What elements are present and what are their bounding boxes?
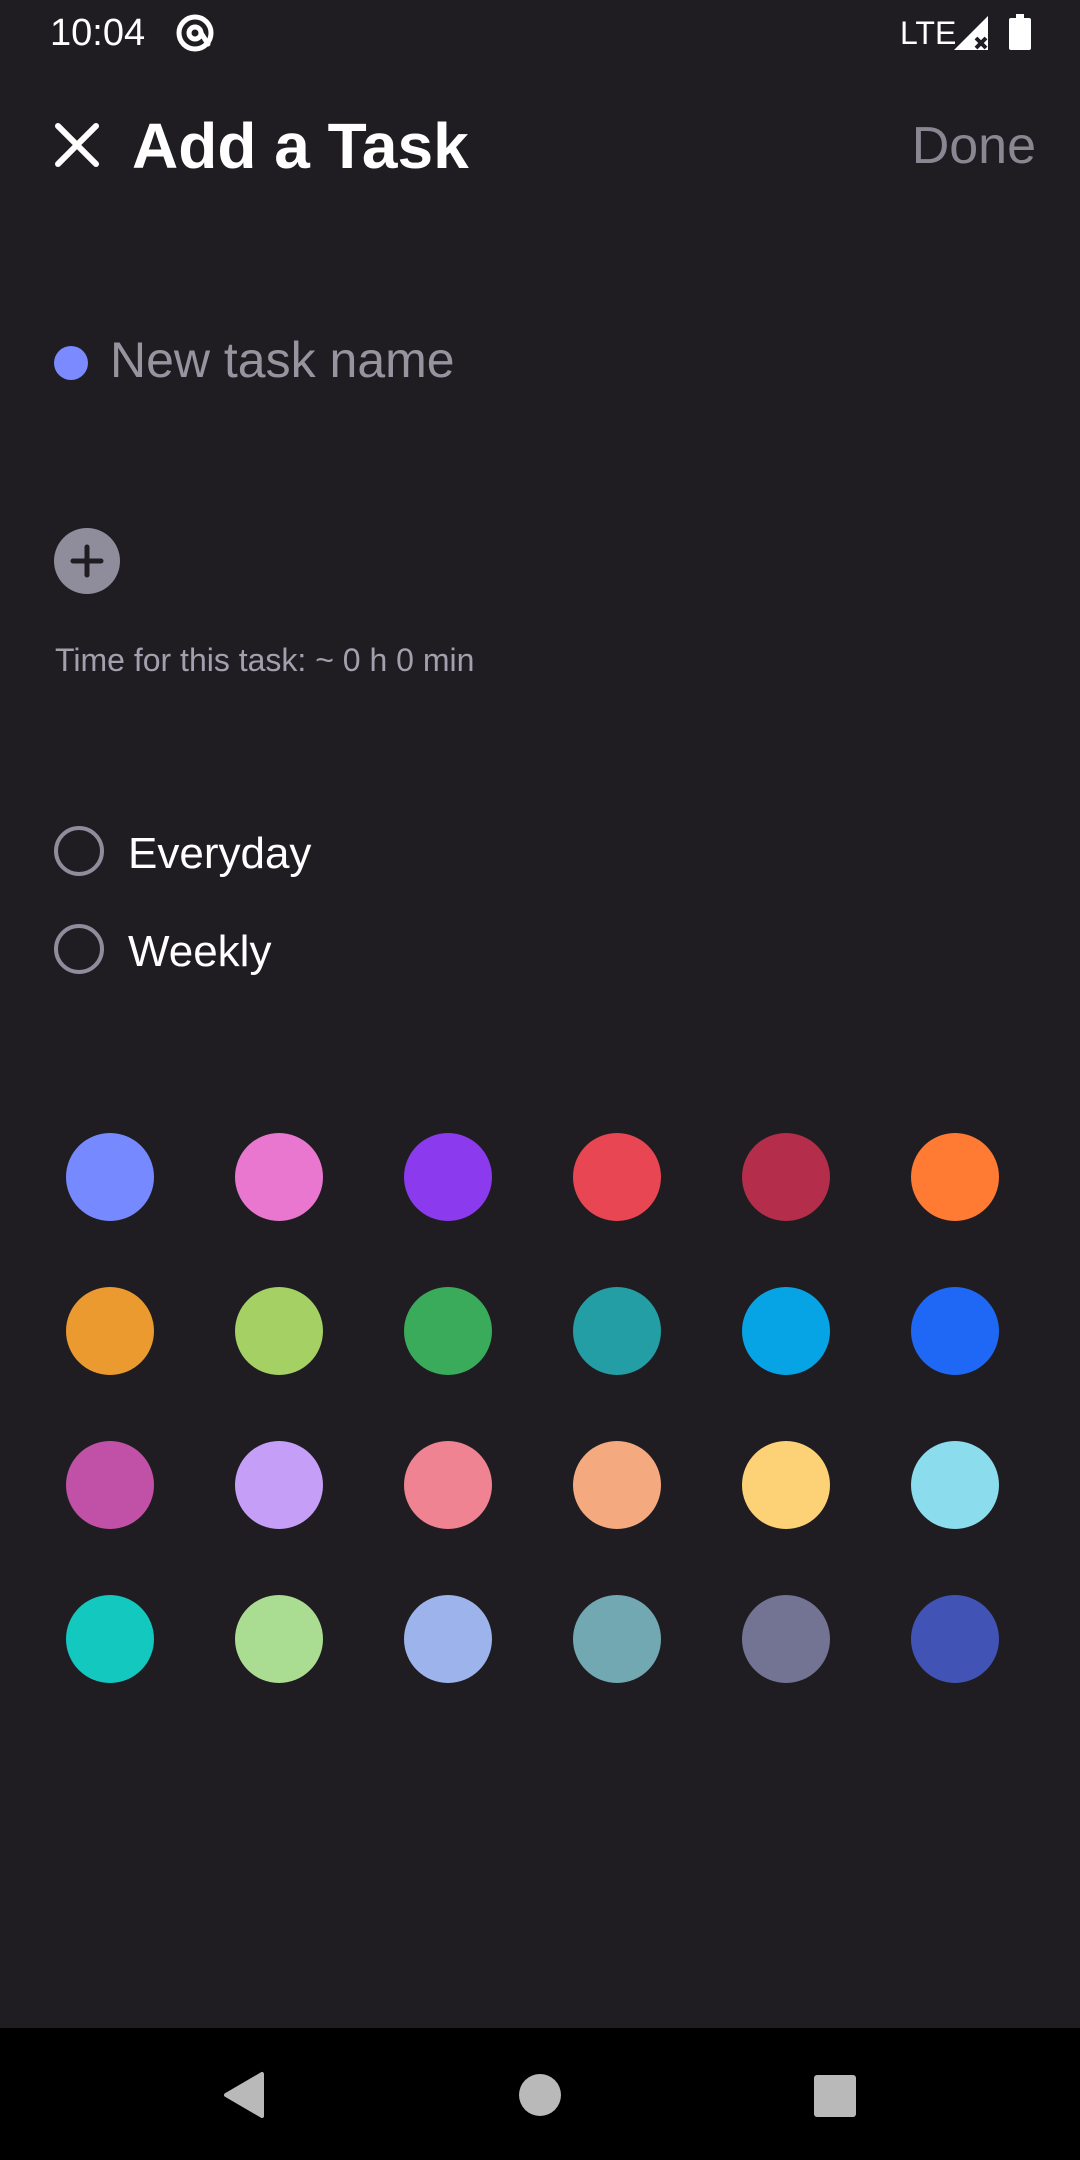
system-nav-bar: [0, 2028, 1080, 2160]
color-swatch[interactable]: [742, 1287, 830, 1375]
battery-full-icon: [1008, 14, 1032, 50]
color-swatch[interactable]: [404, 1287, 492, 1375]
app-bar: Add a Task Done: [0, 90, 1080, 200]
color-swatch[interactable]: [573, 1133, 661, 1221]
color-swatch[interactable]: [235, 1133, 323, 1221]
color-swatch[interactable]: [66, 1133, 154, 1221]
task-name-row: [54, 320, 1034, 400]
radio-unchecked-icon: [54, 826, 104, 876]
status-bar: 10:04 LTE: [0, 0, 1080, 66]
color-swatch[interactable]: [742, 1595, 830, 1683]
add-subtask-button[interactable]: [54, 528, 120, 594]
color-swatch[interactable]: [742, 1133, 830, 1221]
status-time: 10:04: [50, 12, 146, 54]
color-swatch[interactable]: [573, 1595, 661, 1683]
close-icon: [55, 123, 99, 167]
color-swatch[interactable]: [911, 1441, 999, 1529]
repeat-option-weekly[interactable]: Weekly: [54, 922, 654, 982]
color-swatch[interactable]: [66, 1441, 154, 1529]
color-swatch[interactable]: [235, 1441, 323, 1529]
color-swatch[interactable]: [573, 1441, 661, 1529]
color-swatch[interactable]: [911, 1287, 999, 1375]
repeat-option-everyday[interactable]: Everyday: [54, 824, 654, 884]
color-swatch[interactable]: [404, 1133, 492, 1221]
recents-square-icon[interactable]: [814, 2075, 856, 2117]
repeat-option-label: Weekly: [128, 927, 272, 976]
time-estimate-label: Time for this task: ~ 0 h 0 min: [55, 642, 475, 678]
plus-icon: [70, 544, 104, 578]
signal-no-data-icon: [952, 14, 990, 52]
home-circle-icon[interactable]: [519, 2074, 561, 2116]
back-triangle-icon[interactable]: [222, 2070, 266, 2120]
at-sign-icon: [174, 12, 216, 54]
color-swatch[interactable]: [404, 1441, 492, 1529]
color-swatch[interactable]: [235, 1287, 323, 1375]
color-swatch[interactable]: [573, 1287, 661, 1375]
task-color-dot: [54, 346, 88, 380]
color-swatch[interactable]: [911, 1595, 999, 1683]
close-button[interactable]: [44, 112, 110, 178]
repeat-option-label: Everyday: [128, 829, 312, 878]
done-button[interactable]: Done: [912, 114, 1036, 178]
page-title: Add a Task: [132, 110, 469, 182]
color-swatch[interactable]: [235, 1595, 323, 1683]
color-swatch[interactable]: [911, 1133, 999, 1221]
radio-unchecked-icon: [54, 924, 104, 974]
color-swatch[interactable]: [66, 1287, 154, 1375]
color-swatch[interactable]: [742, 1441, 830, 1529]
color-swatch[interactable]: [66, 1595, 154, 1683]
task-name-input[interactable]: [110, 326, 1010, 394]
color-swatch[interactable]: [404, 1595, 492, 1683]
network-type: LTE: [900, 15, 957, 51]
